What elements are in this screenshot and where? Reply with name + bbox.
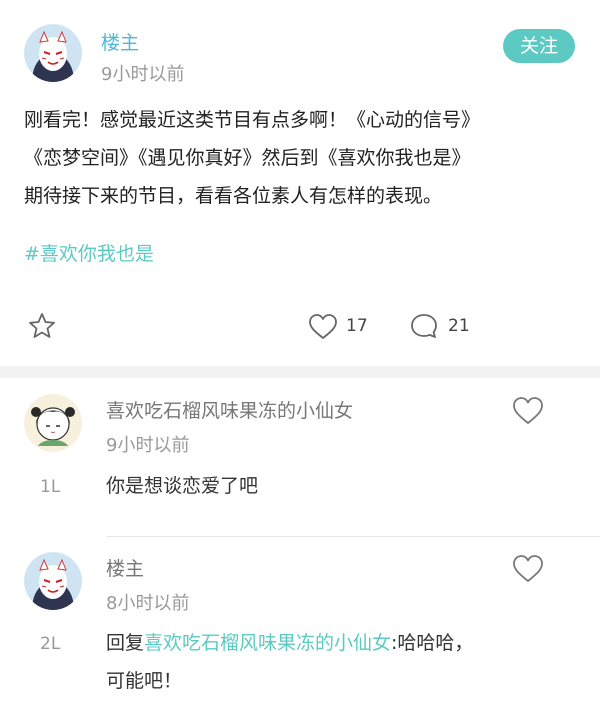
reply-text: :哈哈哈，	[391, 632, 474, 654]
comment-bubble-icon[interactable]	[410, 312, 438, 340]
comment-text: 回复喜欢吃石榴风味果冻的小仙女:哈哈哈， 可能吧！	[106, 624, 576, 700]
original-post: 楼主 9小时以前 关注 刚看完！感觉最近这类节目有点多啊！《心动的信号》 《恋梦…	[0, 0, 600, 372]
commenter-avatar[interactable]	[24, 552, 82, 610]
follow-button[interactable]: 关注	[503, 29, 575, 63]
commenter-avatar[interactable]	[24, 394, 82, 452]
reply-mention-link[interactable]: 喜欢吃石榴风味果冻的小仙女	[144, 632, 391, 654]
post-body-line: 刚看完！感觉最近这类节目有点多啊！《心动的信号》	[24, 109, 481, 131]
reply-prefix: 回复	[106, 632, 145, 654]
section-separator	[0, 366, 600, 378]
hashtag-link[interactable]: #喜欢你我也是	[24, 239, 154, 266]
post-body-line: 《恋梦空间》《遇见你真好》然后到《喜欢你我也是》	[24, 147, 471, 169]
comment-item: 楼主 8小时以前 2L 回复喜欢吃石榴风味果冻的小仙女:哈哈哈， 可能吧！	[0, 538, 600, 709]
post-body: 刚看完！感觉最近这类节目有点多啊！《心动的信号》 《恋梦空间》《遇见你真好》然后…	[24, 101, 584, 215]
post-time: 9小时以前	[101, 64, 185, 85]
heart-icon[interactable]	[512, 554, 544, 584]
post-body-line: 期待接下来的节目，看看各位素人有怎样的表现。	[24, 185, 443, 207]
star-icon[interactable]	[27, 311, 57, 341]
like-count: 17	[346, 316, 368, 336]
floor-number: 1L	[40, 477, 61, 497]
commenter-name[interactable]: 喜欢吃石榴风味果冻的小仙女	[106, 396, 353, 423]
floor-number: 2L	[40, 634, 61, 654]
heart-icon[interactable]	[308, 313, 338, 341]
commenter-name[interactable]: 楼主	[106, 554, 144, 581]
comment-text: 你是想谈恋爱了吧	[106, 475, 259, 497]
author-avatar[interactable]	[24, 24, 82, 82]
reply-text: 可能吧！	[106, 670, 183, 692]
comment-time: 8小时以前	[106, 593, 190, 614]
author-name[interactable]: 楼主	[101, 28, 139, 55]
comment-count: 21	[448, 316, 470, 336]
comment-divider	[106, 536, 600, 537]
heart-icon[interactable]	[512, 396, 544, 426]
comment-item: 喜欢吃石榴风味果冻的小仙女 9小时以前 1L 你是想谈恋爱了吧	[0, 378, 600, 538]
comment-time: 9小时以前	[106, 435, 190, 456]
